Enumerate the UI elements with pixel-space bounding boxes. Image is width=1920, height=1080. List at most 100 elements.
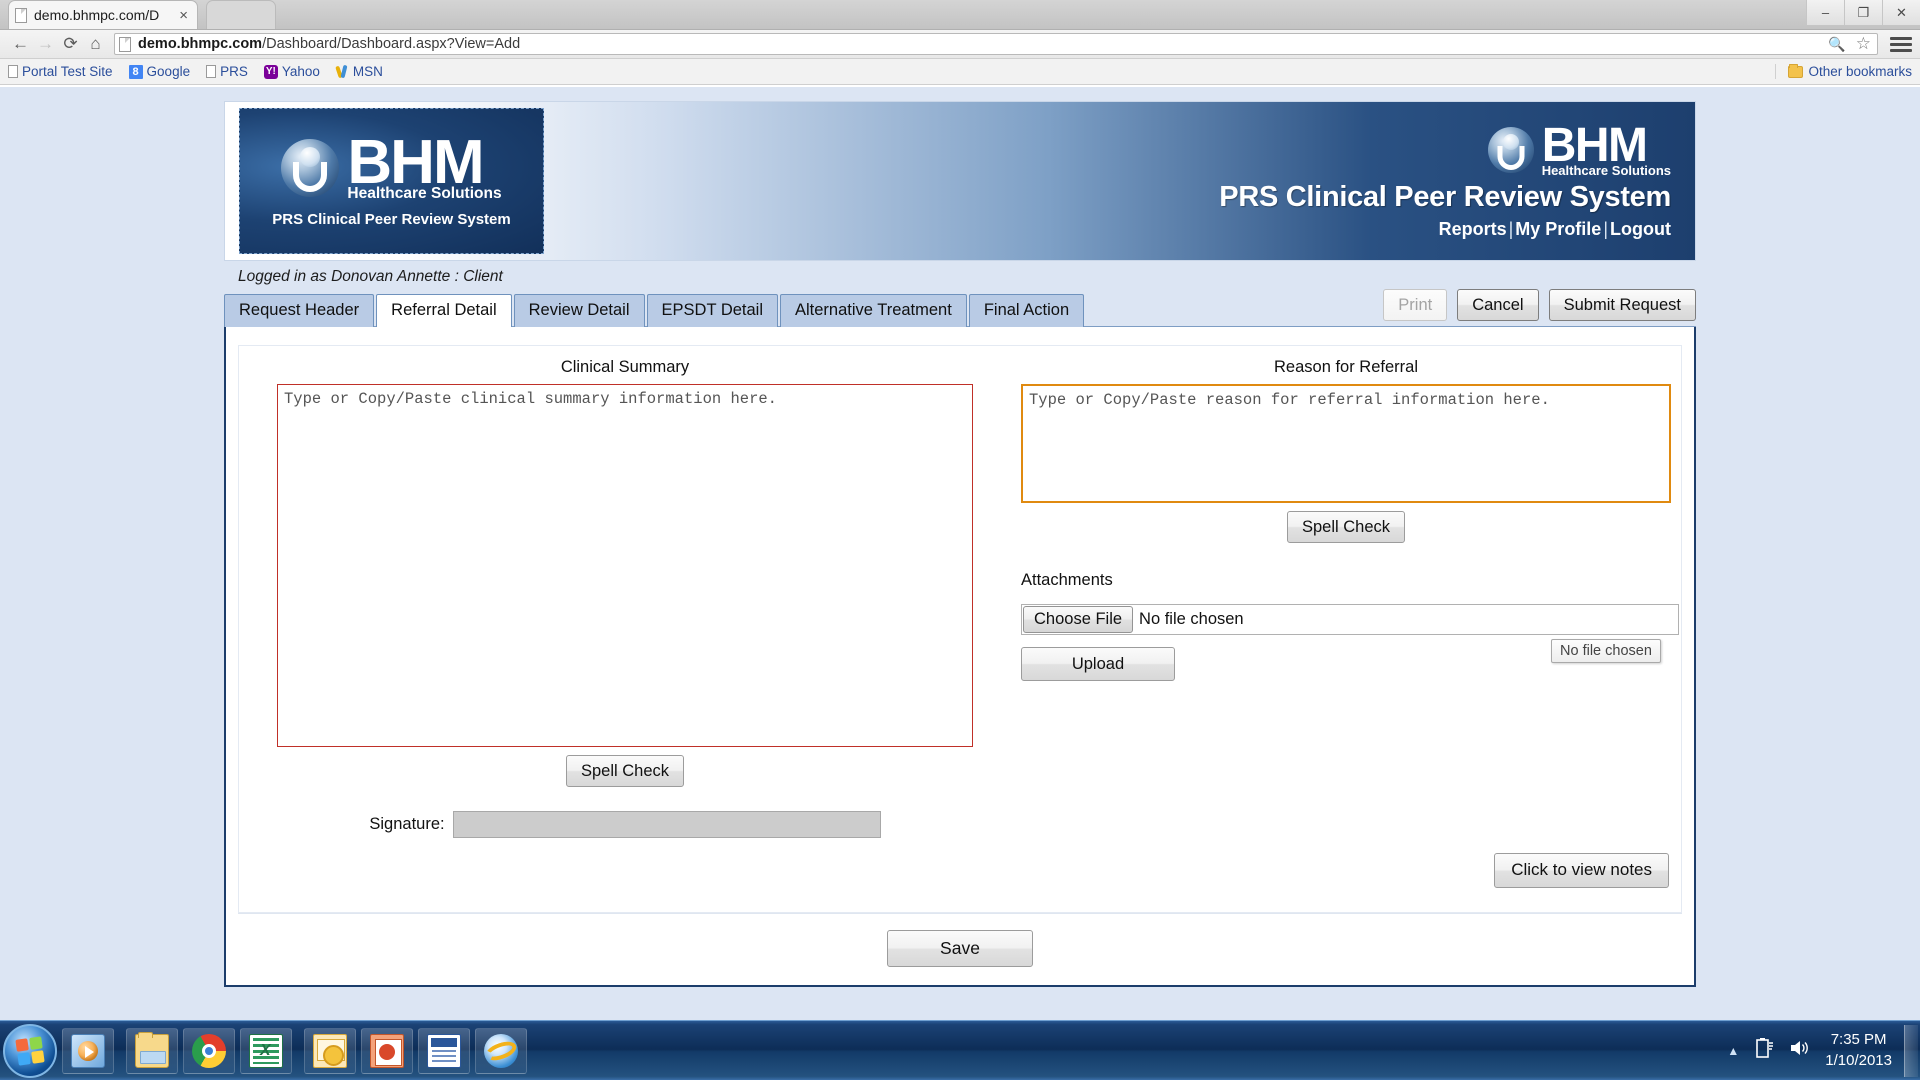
app-title: PRS Clinical Peer Review System xyxy=(1219,180,1671,213)
clock-time: 7:35 PM xyxy=(1830,1031,1887,1049)
cancel-button[interactable]: Cancel xyxy=(1457,289,1539,322)
bookmark-star-icon[interactable]: ☆ xyxy=(1856,34,1871,54)
folder-icon xyxy=(1788,63,1804,78)
signature-row: Signature: xyxy=(277,811,973,839)
page-icon xyxy=(206,65,217,78)
bookmark-prs[interactable]: PRS xyxy=(206,64,248,79)
reason-for-referral-label: Reason for Referral xyxy=(1274,358,1418,377)
bhm-wordmark: BHM xyxy=(347,127,484,197)
taskbar-google-chrome[interactable] xyxy=(183,1027,235,1074)
home-icon[interactable]: ⌂ xyxy=(83,32,108,57)
tab-final-action[interactable]: Final Action xyxy=(968,294,1085,328)
bhm-wordmark: BHM xyxy=(1541,119,1648,173)
file-tooltip: No file chosen xyxy=(1551,639,1661,664)
reason-for-referral-column: Reason for Referral Spell Check Attachme… xyxy=(1021,358,1679,838)
nav-link-reports[interactable]: Reports xyxy=(1439,219,1507,239)
bookmark-msn[interactable]: MSN xyxy=(336,64,383,79)
nav-link-my-profile[interactable]: My Profile xyxy=(1515,219,1601,239)
taskbar-microsoft-excel[interactable]: X xyxy=(240,1027,292,1074)
page-icon xyxy=(8,65,18,78)
nav-separator: | xyxy=(1603,218,1609,239)
reload-icon[interactable]: ⟳ xyxy=(58,32,83,57)
start-button[interactable] xyxy=(3,1023,57,1078)
bhm-logo-mark-icon xyxy=(281,138,340,197)
page-viewport: BHM Healthcare Solutions PRS Clinical Pe… xyxy=(0,87,1920,1020)
chrome-menu-icon[interactable] xyxy=(1890,36,1912,52)
windows-media-player-icon xyxy=(71,1033,105,1068)
taskbar-microsoft-powerpoint[interactable] xyxy=(361,1027,413,1074)
bookmark-label: Google xyxy=(146,64,191,79)
app-header-banner: BHM Healthcare Solutions PRS Clinical Pe… xyxy=(224,101,1696,261)
taskbar-internet-explorer[interactable] xyxy=(475,1027,527,1074)
other-bookmarks-button[interactable]: Other bookmarks xyxy=(1775,63,1912,79)
clinical-summary-column: Clinical Summary Spell Check Signature: xyxy=(277,358,973,839)
address-bar[interactable]: demo.bhmpc.com/Dashboard/Dashboard.aspx?… xyxy=(114,33,1878,55)
file-status-text: No file chosen xyxy=(1139,610,1244,629)
close-window-icon[interactable]: ✕ xyxy=(1882,0,1920,25)
save-bar: Save xyxy=(238,913,1682,985)
forward-icon[interactable]: → xyxy=(33,32,58,57)
bookmark-label: MSN xyxy=(352,64,383,79)
choose-file-button[interactable]: Choose File xyxy=(1023,606,1134,634)
zoom-icon[interactable]: 🔍 xyxy=(1828,36,1845,53)
google-icon: 8 xyxy=(128,64,143,79)
reason-spell-check-button[interactable]: Spell Check xyxy=(1286,511,1406,544)
reason-for-referral-textarea[interactable] xyxy=(1021,384,1671,504)
nav-separator: | xyxy=(1508,218,1514,239)
bookmarks-bar: Portal Test Site 8 Google PRS Y! Yahoo M… xyxy=(0,59,1920,85)
show-hidden-icons-icon[interactable]: ▲ xyxy=(1727,1044,1739,1058)
microsoft-excel-icon: X xyxy=(249,1033,283,1068)
back-icon[interactable]: ← xyxy=(8,32,33,57)
bhm-subtitle: Healthcare Solutions xyxy=(1541,162,1671,178)
volume-icon[interactable] xyxy=(1789,1038,1811,1063)
signature-input[interactable] xyxy=(452,811,881,839)
tab-epsdt-detail[interactable]: EPSDT Detail xyxy=(646,294,778,328)
referral-detail-panel: Clinical Summary Spell Check Signature: xyxy=(224,327,1696,988)
logged-in-status: Logged in as Donovan Annette : Client xyxy=(238,268,503,285)
microsoft-word-icon xyxy=(427,1033,461,1068)
address-bar-url: demo.bhmpc.com/Dashboard/Dashboard.aspx?… xyxy=(138,36,520,52)
bookmark-google[interactable]: 8 Google xyxy=(128,64,191,79)
view-notes-button[interactable]: Click to view notes xyxy=(1494,853,1669,889)
tab-referral-detail[interactable]: Referral Detail xyxy=(376,294,512,328)
taskbar-file-explorer[interactable] xyxy=(126,1027,178,1074)
window-controls: – ❐ ✕ xyxy=(1806,0,1920,25)
bhm-logo-tagline: PRS Clinical Peer Review System xyxy=(272,211,511,229)
yahoo-icon: Y! xyxy=(263,64,278,79)
bhm-logo-left: BHM Healthcare Solutions PRS Clinical Pe… xyxy=(239,108,544,254)
tab-request-header[interactable]: Request Header xyxy=(224,294,375,328)
maximize-icon[interactable]: ❐ xyxy=(1844,0,1882,25)
bookmark-portal-test-site[interactable]: Portal Test Site xyxy=(8,64,113,79)
clinical-summary-textarea[interactable] xyxy=(277,384,973,748)
clinical-summary-spell-check-button[interactable]: Spell Check xyxy=(565,755,685,788)
microsoft-outlook-icon xyxy=(313,1033,347,1068)
url-host: demo.bhmpc.com xyxy=(138,36,263,52)
msn-icon xyxy=(336,65,349,79)
clock[interactable]: 7:35 PM 1/10/2013 xyxy=(1825,1030,1892,1071)
file-input[interactable]: Choose File No file chosen xyxy=(1021,604,1679,636)
nav-link-logout[interactable]: Logout xyxy=(1610,219,1671,239)
browser-tab-title: demo.bhmpc.com/D xyxy=(34,7,160,23)
other-bookmarks-label: Other bookmarks xyxy=(1808,64,1912,79)
tab-review-detail[interactable]: Review Detail xyxy=(513,294,645,328)
browser-toolbar: ← → ⟳ ⌂ demo.bhmpc.com/Dashboard/Dashboa… xyxy=(0,30,1920,59)
taskbar-microsoft-outlook[interactable] xyxy=(304,1027,356,1074)
upload-button[interactable]: Upload xyxy=(1021,647,1175,682)
minimize-icon[interactable]: – xyxy=(1806,0,1844,25)
url-path: /Dashboard/Dashboard.aspx?View=Add xyxy=(262,36,521,52)
battery-icon[interactable] xyxy=(1755,1037,1775,1064)
submit-request-button[interactable]: Submit Request xyxy=(1548,289,1696,322)
bookmark-yahoo[interactable]: Y! Yahoo xyxy=(263,64,320,79)
close-icon[interactable]: × xyxy=(176,8,191,23)
taskbar-microsoft-word[interactable] xyxy=(418,1027,470,1074)
bhm-subtitle: Healthcare Solutions xyxy=(347,184,502,202)
battery-glyph xyxy=(1756,1038,1774,1058)
taskbar-windows-media-player[interactable] xyxy=(62,1027,114,1074)
browser-tab[interactable]: demo.bhmpc.com/D × xyxy=(8,0,198,29)
windows-logo-icon xyxy=(15,1035,45,1066)
print-button[interactable]: Print xyxy=(1383,289,1448,322)
save-button[interactable]: Save xyxy=(887,930,1033,968)
tab-alternative-treatment[interactable]: Alternative Treatment xyxy=(780,294,967,328)
new-tab-button[interactable] xyxy=(206,0,276,29)
show-desktop-button[interactable] xyxy=(1904,1024,1918,1077)
